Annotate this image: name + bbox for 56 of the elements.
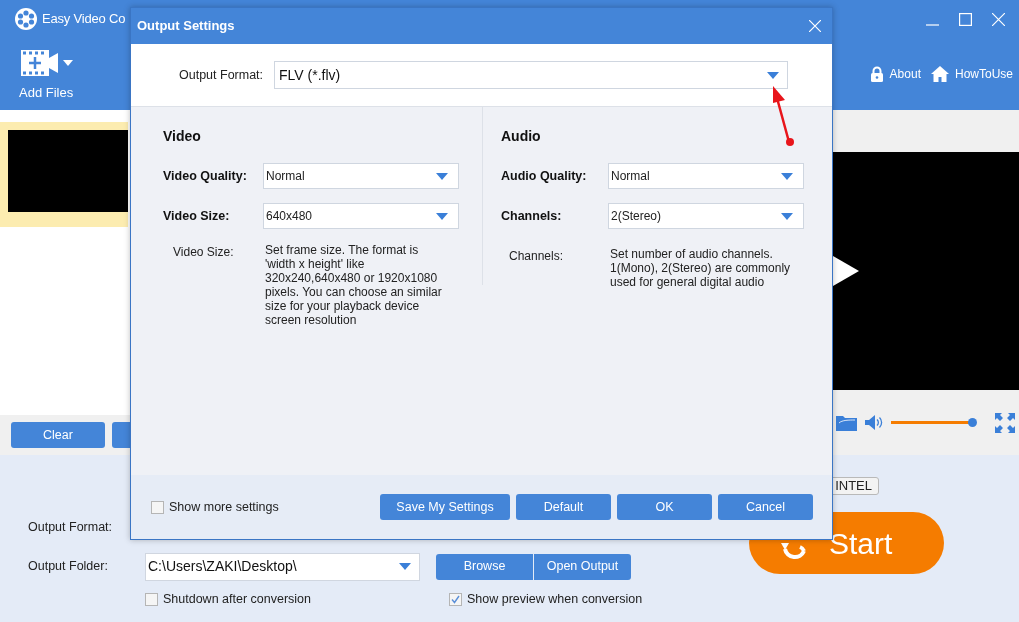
help-text: Set frame size. The format is 'width x height' like 320x240,640x480 or 1920x1080 pixels. You can choose an similar size for your playback device screen resolution	[265, 243, 443, 327]
add-files-button[interactable]: Add Files	[19, 38, 74, 103]
dropdown-arrow-icon	[781, 172, 793, 180]
header-link[interactable]: HowToUse	[930, 65, 1013, 83]
output-folder-label: Output Folder:	[28, 558, 109, 576]
close-icon[interactable]	[809, 20, 821, 32]
header-link[interactable]: About	[869, 65, 921, 83]
clear-button[interactable]: Clear	[11, 422, 105, 448]
help-text: Set number of audio channels. 1(Mono), 2(Stereo) are commonly used for general digital audio	[610, 247, 792, 289]
fullscreen-icon[interactable]	[995, 412, 1015, 433]
lock-icon	[869, 66, 884, 82]
checkbox[interactable]	[145, 592, 158, 606]
dialog-button[interactable]: Default	[516, 494, 611, 520]
checkbox[interactable]	[151, 500, 164, 514]
dialog-button[interactable]: Cancel	[718, 494, 813, 520]
dialog-button[interactable]: Save My Settings	[380, 494, 510, 520]
field-label: Channels:	[501, 207, 563, 225]
help-label: Video Size:	[173, 244, 235, 261]
close-icon[interactable]	[992, 12, 1005, 26]
dialog-button[interactable]: OK	[617, 494, 712, 520]
home-icon	[930, 66, 949, 82]
browse-button[interactable]: Browse	[436, 553, 533, 580]
dropdown[interactable]: 2(Stereo)	[608, 203, 804, 229]
open-output-button[interactable]: Open Output	[534, 553, 631, 580]
dropdown-arrow-icon	[767, 71, 779, 79]
dropdown-arrow-icon	[436, 212, 448, 220]
film-add-icon	[21, 50, 58, 76]
option-label: Shutdown after conversion	[163, 590, 311, 608]
section-heading: Audio	[501, 127, 542, 146]
dropdown-arrow-icon	[436, 172, 448, 180]
field-label: Video Quality:	[163, 167, 248, 185]
section-heading: Video	[163, 127, 202, 146]
caret-icon[interactable]	[63, 60, 73, 66]
dropdown[interactable]: Normal	[263, 163, 459, 189]
dropdown[interactable]: Normal	[608, 163, 804, 189]
volume-slider[interactable]	[891, 417, 977, 428]
output-format-dropdown[interactable]: FLV (*.flv)	[274, 61, 788, 89]
option-label: Show preview when conversion	[467, 590, 643, 608]
file-item-card[interactable]	[0, 122, 128, 227]
maximize-icon[interactable]	[959, 12, 972, 26]
window-title: Easy Video Co	[42, 10, 126, 29]
field-label: Video Size:	[163, 207, 231, 225]
dropdown[interactable]: 640x480	[263, 203, 459, 229]
output-folder-field[interactable]: C:\Users\ZAKI\Desktop\	[145, 552, 420, 581]
dialog-title: Output Settings	[137, 17, 235, 36]
show-more-label: Show more settings	[169, 498, 279, 516]
dropdown-arrow-icon	[399, 563, 411, 571]
dropdown-arrow-icon	[781, 212, 793, 220]
field-label: Audio Quality:	[501, 167, 588, 185]
output-format-label: Output Format:	[179, 66, 265, 84]
volume-icon[interactable]	[865, 415, 883, 430]
help-label: Channels:	[509, 248, 565, 265]
output-format-label: Output Format:	[28, 519, 114, 536]
checkbox[interactable]	[449, 592, 462, 606]
folder-icon[interactable]	[836, 414, 857, 431]
film-reel-icon	[14, 7, 38, 31]
